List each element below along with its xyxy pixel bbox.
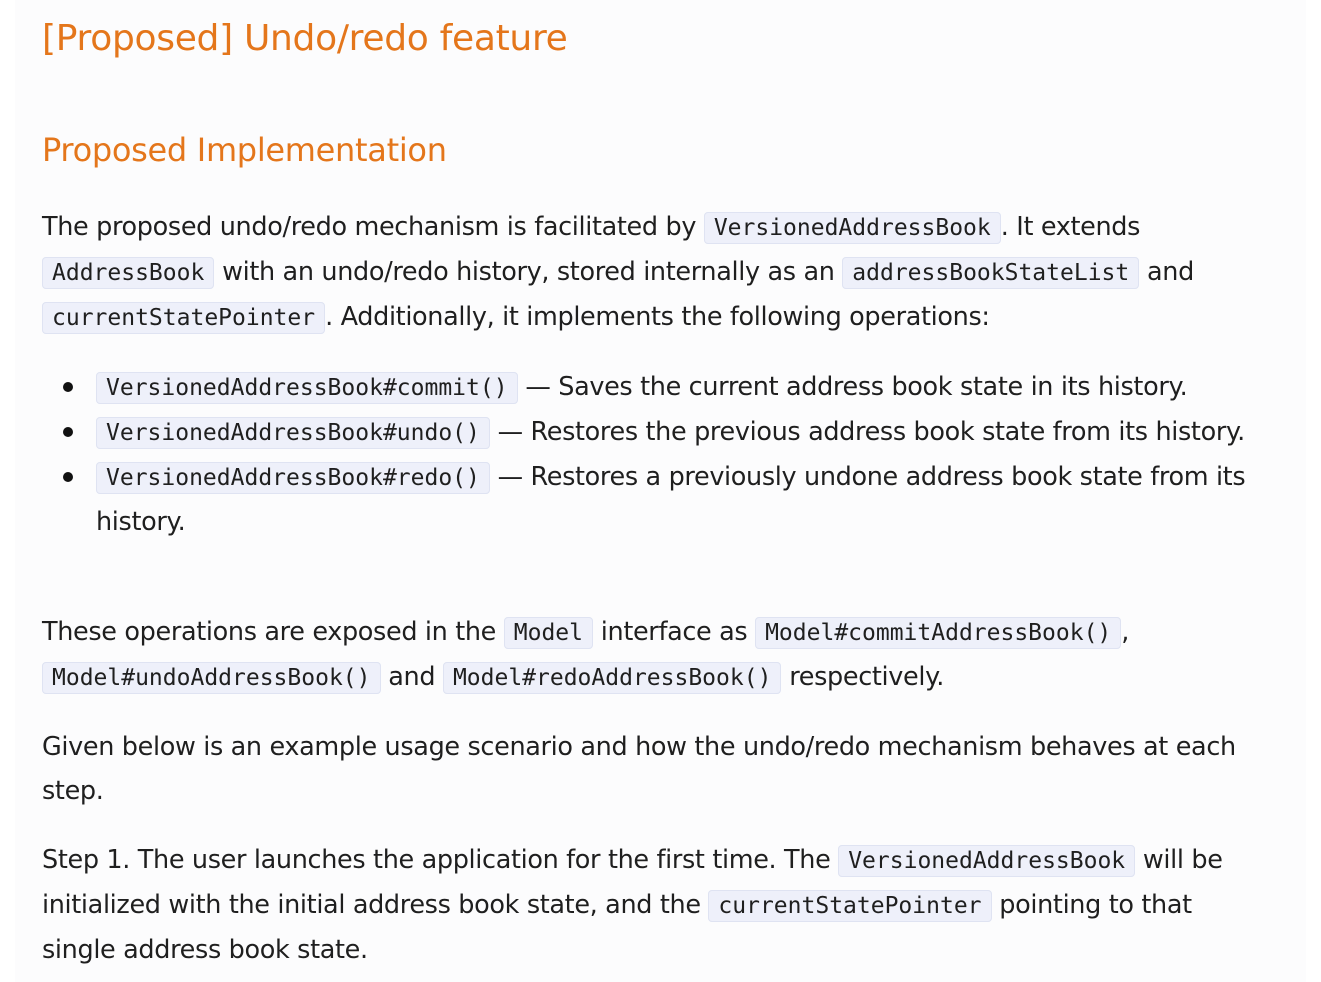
document-page: [Proposed] Undo/redo feature Proposed Im… [15,0,1306,982]
text: with an undo/redo history, stored intern… [214,257,843,287]
text: Step 1. The user launches the applicatio… [42,845,839,875]
step1-paragraph: Step 1. The user launches the applicatio… [42,838,1262,972]
intro-paragraph: The proposed undo/redo mechanism is faci… [42,205,1262,340]
text: . Additionally, it implements the follow… [325,302,990,332]
inline-code: Model#commitAddressBook() [755,617,1122,649]
text: respectively. [781,662,944,692]
scenario-paragraph: Given below is an example usage scenario… [42,732,1236,806]
bullet-icon [63,382,73,392]
inline-code: VersionedAddressBook#redo() [96,462,490,494]
inline-code: currentStatePointer [708,890,992,922]
section-title: Proposed Implementation [42,131,447,169]
inline-code: VersionedAddressBook [838,845,1136,877]
inline-code: VersionedAddressBook#commit() [96,372,518,404]
list-item-text: — Restores the previous address book sta… [489,417,1246,447]
list-item: VersionedAddressBook#commit() — Saves th… [42,365,1262,410]
text: and [1139,257,1194,287]
page-title: [Proposed] Undo/redo feature [42,18,568,59]
bullet-icon [63,472,73,482]
list-item: VersionedAddressBook#undo() — Restores t… [42,410,1262,455]
text: interface as [593,617,756,647]
text: . It extends [1000,212,1141,242]
inline-code: Model [503,617,594,649]
inline-code: addressBookStateList [842,257,1140,289]
inline-code: Model#redoAddressBook() [442,662,782,694]
text: The proposed undo/redo mechanism is faci… [42,212,704,242]
list-item: VersionedAddressBook#redo() — Restores a… [42,455,1262,544]
model-paragraph: These operations are exposed in the Mode… [42,610,1262,700]
inline-code: currentStatePointer [42,302,326,334]
text: and [380,662,443,692]
operations-list: VersionedAddressBook#commit() — Saves th… [42,365,1262,544]
bullet-icon [63,427,73,437]
inline-code: VersionedAddressBook [703,212,1001,244]
text: These operations are exposed in the [42,617,504,647]
text: , [1121,617,1130,647]
inline-code: VersionedAddressBook#undo() [96,417,490,449]
list-item-text: — Saves the current address book state i… [517,372,1188,402]
inline-code: AddressBook [42,257,215,289]
inline-code: Model#undoAddressBook() [42,662,381,694]
